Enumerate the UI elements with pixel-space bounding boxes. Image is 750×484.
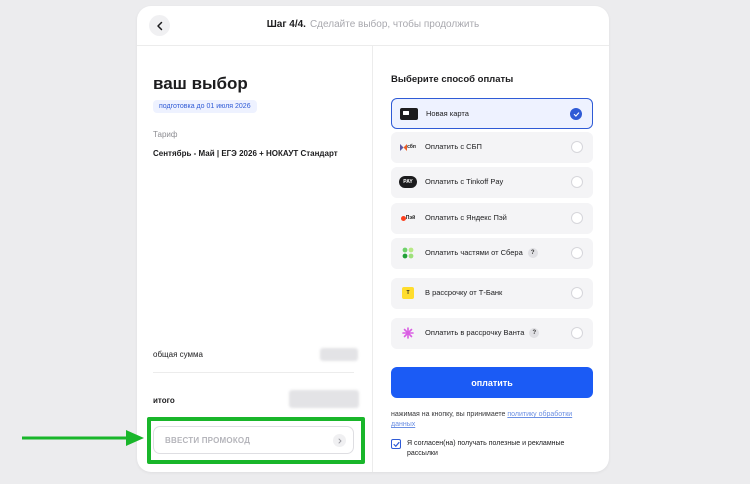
pay-button[interactable]: оплатить — [391, 367, 593, 398]
consent-text: нажимая на кнопку, вы принимаете политик… — [391, 410, 593, 430]
vanta-icon — [399, 327, 417, 339]
order-summary: ваш выбор подготовка до 01 июля 2026 Тар… — [137, 46, 373, 472]
radio-button[interactable] — [571, 327, 583, 339]
promo-code-placeholder: ВВЕСТИ ПРОМОКОД — [165, 436, 251, 445]
payment-method-label: Оплатить в рассрочку Ванта? — [425, 328, 540, 339]
radio-button[interactable] — [571, 287, 583, 299]
tariff-name: Сентябрь - Май | ЕГЭ 2026 + НОКАУТ Станд… — [153, 149, 338, 158]
promo-code-field[interactable]: ВВЕСТИ ПРОМОКОД — [153, 426, 354, 454]
step-indicator: Шаг 4/4. Сделайте выбор, чтобы продолжить — [137, 19, 609, 30]
yandex-pay-icon-text: Пэй — [405, 215, 416, 221]
step-hint: Сделайте выбор, чтобы продолжить — [309, 19, 480, 30]
tariff-caption: Тариф — [153, 130, 178, 139]
payment-method-label: Оплатить с Яндекс Пэй — [425, 213, 507, 222]
payment-method-sber-parts[interactable]: Оплатить частями от Сбера? — [391, 238, 593, 269]
sbp-icon: сбп — [399, 141, 417, 153]
tbank-icon: T — [402, 287, 414, 299]
tinkoff-pay-icon-text: PAY — [403, 179, 413, 185]
tinkoff-pay-icon: PAY — [399, 176, 417, 188]
payment-method-label-text: Оплатить частями от Сбера — [425, 248, 523, 257]
payment-method-tinkoff-pay[interactable]: PAY Оплатить с Tinkoff Pay — [391, 167, 593, 198]
tbank-icon-text: T — [406, 290, 410, 296]
radio-button[interactable] — [571, 141, 583, 153]
chevron-right-icon — [338, 438, 342, 443]
payment-method-new-card[interactable]: Новая карта — [391, 98, 593, 129]
payment-method-tbank[interactable]: T В рассрочку от Т-Банк — [391, 278, 593, 309]
checkout-card: Шаг 4/4. Сделайте выбор, чтобы продолжить… — [137, 6, 609, 472]
promo-apply-button[interactable] — [333, 434, 346, 447]
consent-prefix: нажимая на кнопку, вы принимаете — [391, 411, 508, 418]
payment-method-label: Оплатить частями от Сбера? — [425, 248, 538, 259]
payment-method-yandex-pay[interactable]: Пэй Оплатить с Яндекс Пэй — [391, 203, 593, 234]
sber-icon — [399, 247, 417, 259]
payment-method-label: Оплатить с Tinkoff Pay — [425, 177, 504, 186]
radio-button[interactable] — [571, 176, 583, 188]
arrow-right-icon — [22, 430, 144, 446]
itogo-value-blurred — [289, 390, 359, 408]
radio-button[interactable] — [571, 247, 583, 259]
step-number: Шаг 4/4. — [266, 19, 306, 30]
payment-method-label: В рассрочку от Т-Банк — [425, 288, 503, 297]
payment-title: Выберите способ оплаты — [391, 74, 514, 85]
summary-divider — [153, 372, 354, 373]
payment-method-label: Новая карта — [426, 109, 469, 118]
marketing-consent-label: Я согласен(на) получать полезные и рекла… — [407, 440, 565, 457]
itogo-label: итого — [153, 396, 175, 405]
check-icon — [570, 108, 582, 120]
payment-method-sbp[interactable]: сбп Оплатить с СБП — [391, 132, 593, 163]
payment-panel: Выберите способ оплаты Новая карта сбп О… — [373, 46, 609, 472]
sbp-icon-text: сбп — [407, 144, 416, 150]
total-sum-label: общая сумма — [153, 350, 203, 359]
deadline-badge: подготовка до 01 июля 2026 — [153, 100, 257, 113]
summary-title: ваш выбор — [153, 74, 248, 93]
card-header: Шаг 4/4. Сделайте выбор, чтобы продолжить — [137, 6, 609, 46]
radio-button[interactable] — [571, 212, 583, 224]
payment-method-label: Оплатить с СБП — [425, 142, 482, 151]
yandex-pay-icon: Пэй — [399, 212, 417, 224]
payment-method-label-text: Оплатить в рассрочку Ванта — [425, 328, 525, 337]
help-icon[interactable]: ? — [527, 248, 538, 259]
total-sum-value-blurred — [320, 348, 358, 361]
help-icon[interactable]: ? — [529, 328, 540, 339]
marketing-consent-checkbox[interactable] — [391, 439, 401, 449]
card-icon — [400, 108, 418, 120]
checkmark-icon — [392, 441, 400, 447]
payment-method-vanta[interactable]: Оплатить в рассрочку Ванта? — [391, 318, 593, 349]
